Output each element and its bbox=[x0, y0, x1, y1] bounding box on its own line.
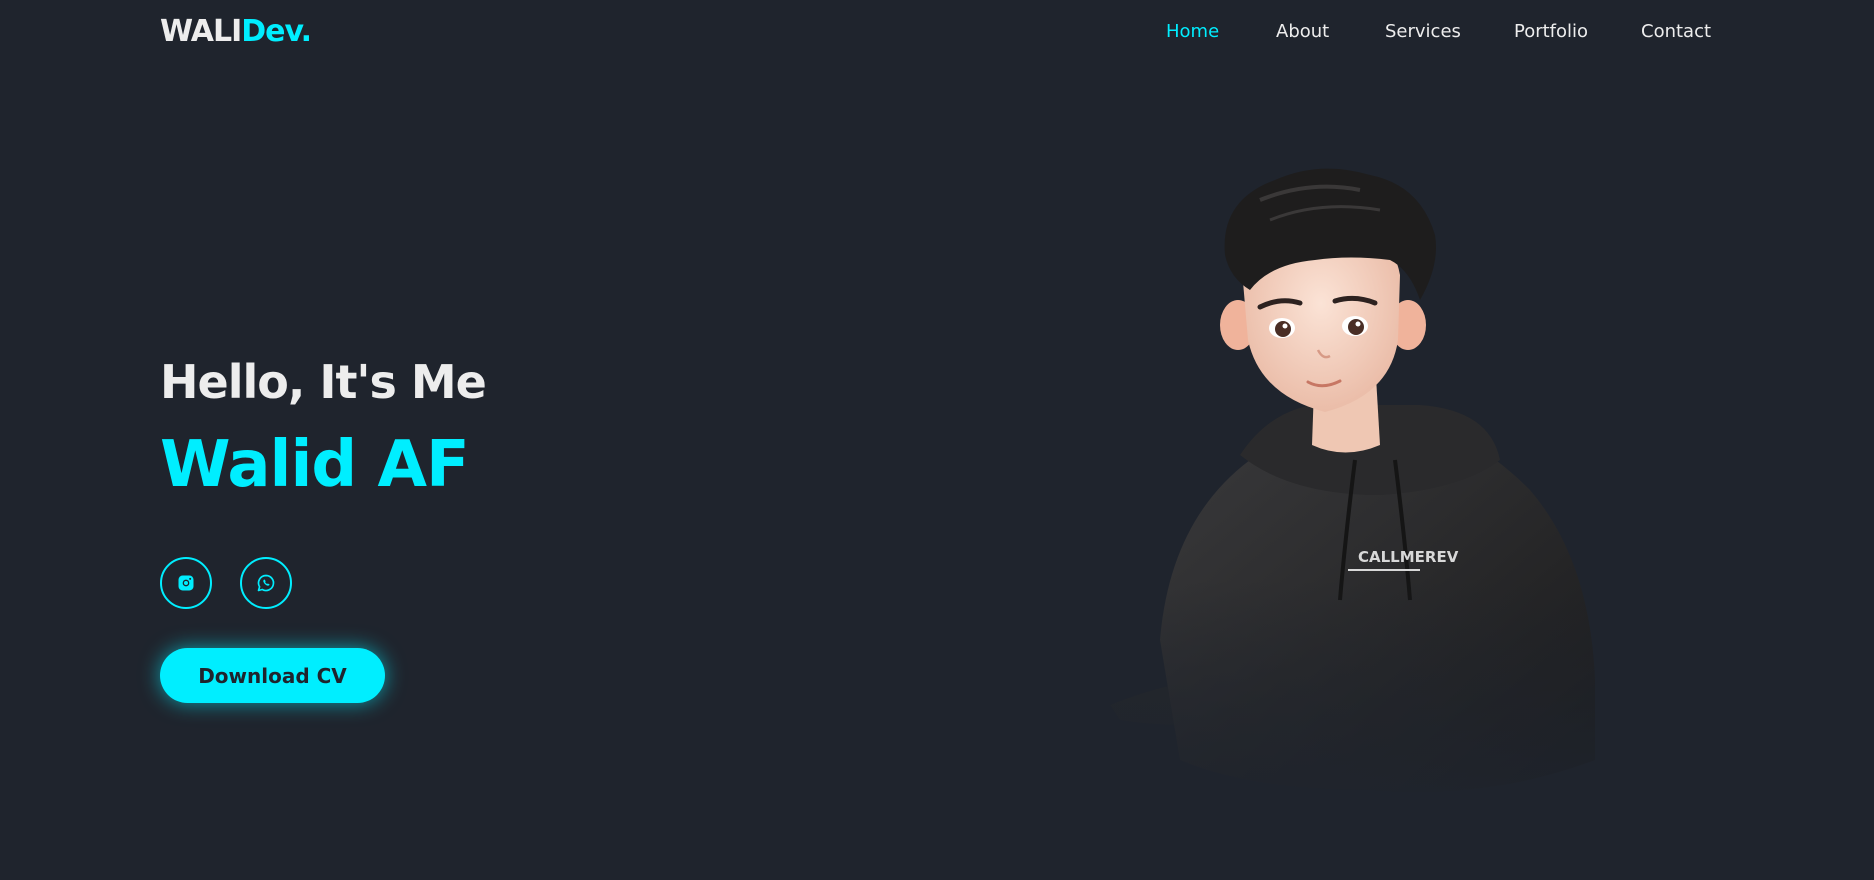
hoodie-print: CALLMEREV bbox=[1358, 548, 1459, 566]
nav-link-contact[interactable]: Contact bbox=[1641, 19, 1711, 45]
whatsapp-link[interactable] bbox=[240, 557, 292, 609]
nav-link-portfolio[interactable]: Portfolio bbox=[1514, 19, 1588, 45]
avatar-illustration: CALLMEREV bbox=[1090, 168, 1630, 820]
main-nav: Home About Services Portfolio Contact bbox=[0, 19, 1874, 45]
home-page: WALIDev. Home About Services Portfolio C… bbox=[0, 0, 1874, 880]
nav-link-home[interactable]: Home bbox=[1166, 19, 1219, 45]
hero-name: Walid AF bbox=[160, 428, 470, 502]
download-cv-button[interactable]: Download CV bbox=[160, 648, 385, 703]
nav-link-about[interactable]: About bbox=[1276, 19, 1329, 45]
instagram-link[interactable] bbox=[160, 557, 212, 609]
hero-greeting: Hello, It's Me bbox=[160, 355, 487, 409]
instagram-icon bbox=[178, 575, 194, 591]
nav-link-services[interactable]: Services bbox=[1385, 19, 1461, 45]
whatsapp-icon bbox=[257, 574, 275, 592]
